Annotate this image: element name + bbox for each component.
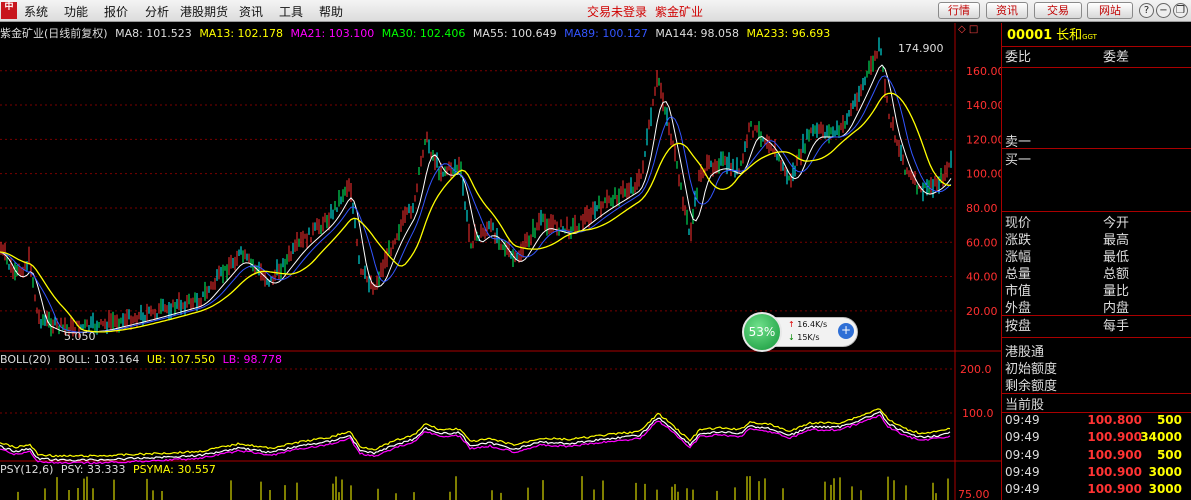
app-logo: 中: [1, 2, 17, 19]
trade-volume: 3000: [1148, 482, 1182, 497]
legend-ma144: MA144: 98.058: [655, 27, 740, 40]
legend-ma21: MA21: 103.100: [290, 27, 375, 40]
nav-quote-button[interactable]: 行情: [938, 2, 980, 19]
trade-ticks: 09:49 100.800 500 09:49 100.900 34000 09:49 100…: [1002, 413, 1191, 500]
help-icon[interactable]: ?: [1139, 3, 1154, 18]
chart-area[interactable]: 160.00 140.00 120.00 100.00 80.00 60.00 40.00 2…: [0, 23, 1001, 500]
stock-name: 长和: [1056, 28, 1083, 43]
price-tick-label: 20.00: [966, 305, 998, 318]
low-price-marker: 5.050: [64, 330, 96, 343]
price-tick-label: 60.00: [966, 236, 998, 249]
price-tick-label: 100.00: [966, 168, 1001, 181]
menu-function[interactable]: 功能: [64, 3, 88, 20]
trade-row: 09:49 100.900 34000: [1002, 430, 1191, 447]
trade-time: 09:49: [1005, 430, 1040, 445]
ggt-tag: GGT: [1082, 33, 1097, 41]
download-speed: ↓ 15K/s: [788, 333, 820, 342]
legend-ma13: MA13: 102.178: [199, 27, 284, 40]
main-legend: 紫金矿业(日线前复权) MA8: 101.523 MA13: 102.178 M…: [0, 25, 834, 41]
trade-volume: 34000: [1140, 430, 1182, 445]
upload-speed: ↑ 16.4K/s: [788, 320, 828, 329]
price-tick-label: 80.00: [966, 202, 998, 215]
trade-row: 09:49 100.900 3000: [1002, 482, 1191, 499]
trade-time: 09:49: [1005, 413, 1040, 427]
legend-stock-name: 紫金矿业(日线前复权): [0, 27, 108, 40]
menu-help[interactable]: 帮助: [319, 3, 343, 20]
trade-row: 09:49 100.800 500: [1002, 413, 1191, 430]
legend-ma89: MA89: 100.127: [564, 27, 648, 40]
menu-analysis[interactable]: 分析: [145, 3, 169, 20]
boll-legend: BOLL(20) BOLL: 103.164 UB: 107.550 LB: 9…: [0, 353, 282, 366]
boll-line: [0, 414, 951, 465]
quote-header: 00001 长和GGT: [1002, 23, 1191, 47]
psy-tick-label: 75.00: [958, 488, 990, 500]
price-tick-label: 40.00: [966, 271, 998, 284]
window-stock-title: 紫金矿业: [655, 5, 704, 19]
legend-ma30: MA30: 102.406: [381, 27, 466, 40]
menu-system[interactable]: 系统: [24, 3, 48, 20]
menu-tools[interactable]: 工具: [279, 3, 303, 20]
login-status[interactable]: 交易未登录: [587, 3, 647, 20]
nav-trade-button[interactable]: 交易: [1034, 2, 1082, 19]
psy-legend: PSY(12,6) PSY: 33.333 PSYMA: 30.557: [0, 463, 216, 476]
minimize-icon[interactable]: −: [1156, 3, 1171, 18]
price-tick-label: 160.00: [966, 65, 1001, 78]
restore-icon[interactable]: ❐: [1173, 3, 1188, 18]
price-tick-label: 140.00: [966, 99, 1001, 112]
download-arrow-icon: ↓: [788, 333, 795, 342]
trade-row: 09:49 100.900 500: [1002, 448, 1191, 465]
trade-time: 09:49: [1005, 447, 1040, 462]
nav-website-button[interactable]: 网站: [1087, 2, 1133, 19]
nav-news-button[interactable]: 资讯: [986, 2, 1028, 19]
quote-panel: 00001 长和GGT 委比 委差 卖一 买一 现价 今开 涨跌 最高 涨幅 最低 总量…: [1001, 23, 1191, 500]
trade-volume: 3000: [1148, 464, 1182, 479]
moving-average-line: [0, 92, 952, 333]
upload-arrow-icon: ↑: [788, 320, 795, 329]
menu-news[interactable]: 资讯: [239, 3, 263, 20]
cpu-percent-badge: 53%: [742, 312, 782, 352]
menu-hk-futures[interactable]: 港股期货: [180, 3, 228, 20]
trade-time: 09:49: [1005, 482, 1040, 497]
trade-volume: 500: [1156, 413, 1182, 427]
stock-code: 00001: [1007, 28, 1053, 43]
legend-ma55: MA55: 100.649: [472, 27, 557, 40]
menu-quote[interactable]: 报价: [104, 3, 128, 20]
high-price-marker: 174.900: [898, 42, 944, 55]
plus-icon[interactable]: +: [838, 323, 854, 339]
menu-bar: 中 系统 功能 报价 分析 港股期货 资讯 工具 帮助 交易未登录 紫金矿业 行…: [0, 0, 1191, 22]
buy1-row: 买一: [1005, 153, 1032, 168]
boll-tick-label: 200.0: [960, 363, 992, 376]
sell1-row: 卖一: [1005, 135, 1032, 150]
network-speed-widget[interactable]: 53% ↑ 16.4K/s ↓ 15K/s +: [742, 312, 858, 352]
trade-row: 09:49 100.900 3000: [1002, 465, 1191, 482]
price-tick-label: 120.00: [966, 133, 1001, 146]
trade-time: 09:49: [1005, 464, 1040, 479]
legend-ma8: MA8: 101.523: [115, 27, 192, 40]
chart-corner-icon[interactable]: ◇ □: [958, 24, 978, 35]
moving-average-line: [0, 75, 952, 333]
legend-ma233: MA233: 96.693: [746, 27, 831, 40]
trade-volume: 500: [1156, 447, 1182, 462]
kline-chart[interactable]: 160.00 140.00 120.00 100.00 80.00 60.00 40.00 2…: [0, 23, 1001, 500]
boll-tick-label: 100.0: [962, 407, 994, 420]
boll-line: [0, 408, 951, 458]
weibi-row: 委比 委差: [1002, 47, 1191, 68]
